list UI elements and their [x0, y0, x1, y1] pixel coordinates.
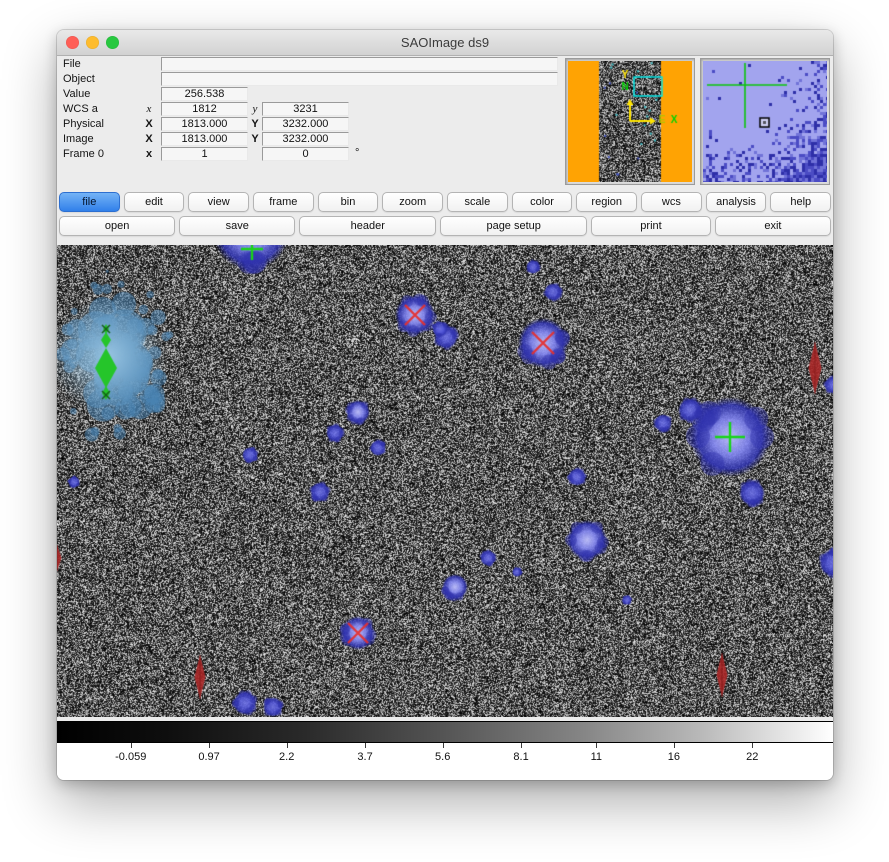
wcs-label: WCS a — [63, 103, 98, 115]
menu-file[interactable]: file — [59, 192, 120, 212]
menu-scale[interactable]: scale — [447, 192, 508, 212]
menu-region[interactable]: region — [576, 192, 637, 212]
colorbar-tick-label: 3.7 — [357, 751, 372, 763]
wcs-y-sublabel: y — [247, 103, 263, 115]
image-label: Image — [63, 133, 94, 145]
menu-bin[interactable]: bin — [318, 192, 379, 212]
colorbar-gradient[interactable] — [57, 721, 833, 743]
file-label: File — [63, 58, 81, 70]
menu-frame[interactable]: frame — [253, 192, 314, 212]
frame-x-sublabel: x — [141, 148, 157, 160]
image-y-field: 3232.000 — [262, 132, 349, 146]
degree-suffix: ° — [355, 147, 359, 159]
menu-wcs[interactable]: wcs — [641, 192, 702, 212]
close-button-icon[interactable] — [66, 36, 79, 49]
image-x-sublabel: X — [141, 133, 157, 145]
app-window: SAOImage ds9 File Object Value 256.538 W… — [57, 30, 833, 780]
wcs-x-sublabel: x — [141, 103, 157, 115]
wcs-x-field: 1812 — [161, 102, 248, 116]
pixel-value-field: 256.538 — [161, 87, 248, 101]
colorbar-tick — [365, 743, 366, 748]
command-open[interactable]: open — [59, 216, 175, 236]
command-header[interactable]: header — [299, 216, 436, 236]
menu-analysis[interactable]: analysis — [706, 192, 767, 212]
wcs-y-field: 3231 — [262, 102, 349, 116]
frame-rotation-field: 0 — [262, 147, 349, 161]
object-value-field — [161, 72, 558, 86]
colorbar-tick — [521, 743, 522, 748]
command-exit[interactable]: exit — [715, 216, 831, 236]
command-save[interactable]: save — [179, 216, 295, 236]
menu-row: fileeditviewframebinzoomscalecolorregion… — [59, 192, 831, 212]
magnifier-canvas — [703, 61, 827, 182]
command-page-setup[interactable]: page setup — [440, 216, 587, 236]
colorbar-tick-label: -0.059 — [115, 751, 146, 763]
frame-label: Frame 0 — [63, 148, 104, 160]
colorbar-tick — [596, 743, 597, 748]
minimize-button-icon[interactable] — [86, 36, 99, 49]
zoom-button-icon[interactable] — [106, 36, 119, 49]
menu-zoom[interactable]: zoom — [382, 192, 443, 212]
command-row: opensaveheaderpage setupprintexit — [59, 216, 831, 236]
image-y-sublabel: Y — [247, 133, 263, 145]
window-title: SAOImage ds9 — [401, 35, 489, 50]
colorbar-tick — [443, 743, 444, 748]
title-bar[interactable]: SAOImage ds9 — [57, 30, 833, 56]
object-label: Object — [63, 73, 95, 85]
colorbar-tick-label: 16 — [668, 751, 680, 763]
command-print[interactable]: print — [591, 216, 711, 236]
traffic-lights — [66, 36, 119, 49]
menu-view[interactable]: view — [188, 192, 249, 212]
physical-label: Physical — [63, 118, 104, 130]
colorbar-tick — [131, 743, 132, 748]
main-image-canvas[interactable] — [57, 245, 833, 717]
physical-x-sublabel: X — [141, 118, 157, 130]
colorbar-tick — [287, 743, 288, 748]
colorbar-scale: -0.059 0.97 2.2 3.7 5.6 8.1 11 16 22 — [57, 743, 833, 780]
panner-panel[interactable] — [565, 58, 695, 185]
colorbar-tick-label: 11 — [591, 751, 602, 763]
colorbar-tick-label: 22 — [746, 751, 758, 763]
colorbar-tick — [674, 743, 675, 748]
colorbar-tick-label: 5.6 — [435, 751, 450, 763]
value-label: Value — [63, 88, 90, 100]
physical-x-field: 1813.000 — [161, 117, 248, 131]
file-value-field — [161, 57, 558, 71]
colorbar-tick — [209, 743, 210, 748]
colorbar-tick-label: 0.97 — [198, 751, 219, 763]
menu-color[interactable]: color — [512, 192, 573, 212]
colorbar-tick — [752, 743, 753, 748]
colorbar-tick-label: 8.1 — [513, 751, 528, 763]
colorbar-tick-label: 2.2 — [279, 751, 294, 763]
menu-edit[interactable]: edit — [124, 192, 185, 212]
frame-zoom-field: 1 — [161, 147, 248, 161]
physical-y-sublabel: Y — [247, 118, 263, 130]
image-x-field: 1813.000 — [161, 132, 248, 146]
menu-help[interactable]: help — [770, 192, 831, 212]
panner-canvas[interactable] — [568, 61, 692, 182]
magnifier-panel — [700, 58, 830, 185]
physical-y-field: 3232.000 — [262, 117, 349, 131]
